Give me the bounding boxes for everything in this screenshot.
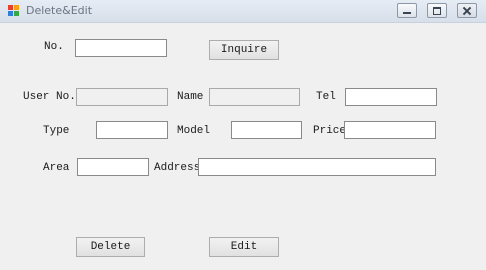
price-input[interactable]: [345, 122, 435, 138]
minimize-icon[interactable]: [397, 3, 417, 18]
model-input[interactable]: [232, 122, 301, 138]
window-title: Delete&Edit: [26, 4, 93, 17]
delete-edit-window: Delete&Edit No. Inquire User No. Name Te…: [0, 0, 486, 270]
user-no-label: User No.: [23, 91, 76, 103]
name-field: [209, 88, 300, 106]
title-bar[interactable]: Delete&Edit: [0, 0, 486, 23]
price-field[interactable]: [344, 121, 436, 139]
tel-input[interactable]: [346, 89, 436, 105]
address-label: Address: [154, 162, 201, 174]
area-label: Area: [43, 162, 70, 174]
model-field[interactable]: [231, 121, 302, 139]
no-label: No.: [44, 41, 64, 53]
maximize-icon[interactable]: [427, 3, 447, 18]
app-icon: [8, 5, 19, 16]
price-label: Price: [313, 125, 347, 137]
type-input[interactable]: [97, 122, 167, 138]
tel-field[interactable]: [345, 88, 437, 106]
close-icon[interactable]: [457, 3, 477, 18]
inquire-button[interactable]: Inquire: [209, 40, 279, 60]
no-input[interactable]: [76, 40, 166, 56]
area-field[interactable]: [77, 158, 149, 176]
delete-button[interactable]: Delete: [76, 237, 145, 257]
user-no-field: [76, 88, 168, 106]
area-input[interactable]: [78, 159, 148, 175]
no-field[interactable]: [75, 39, 167, 57]
tel-label: Tel: [316, 91, 336, 103]
type-label: Type: [43, 125, 70, 137]
edit-button[interactable]: Edit: [209, 237, 279, 257]
name-input: [210, 89, 299, 105]
user-no-input: [77, 89, 167, 105]
model-label: Model: [177, 125, 211, 137]
address-field[interactable]: [198, 158, 436, 176]
name-label: Name: [177, 91, 204, 103]
type-field[interactable]: [96, 121, 168, 139]
address-input[interactable]: [199, 159, 435, 175]
